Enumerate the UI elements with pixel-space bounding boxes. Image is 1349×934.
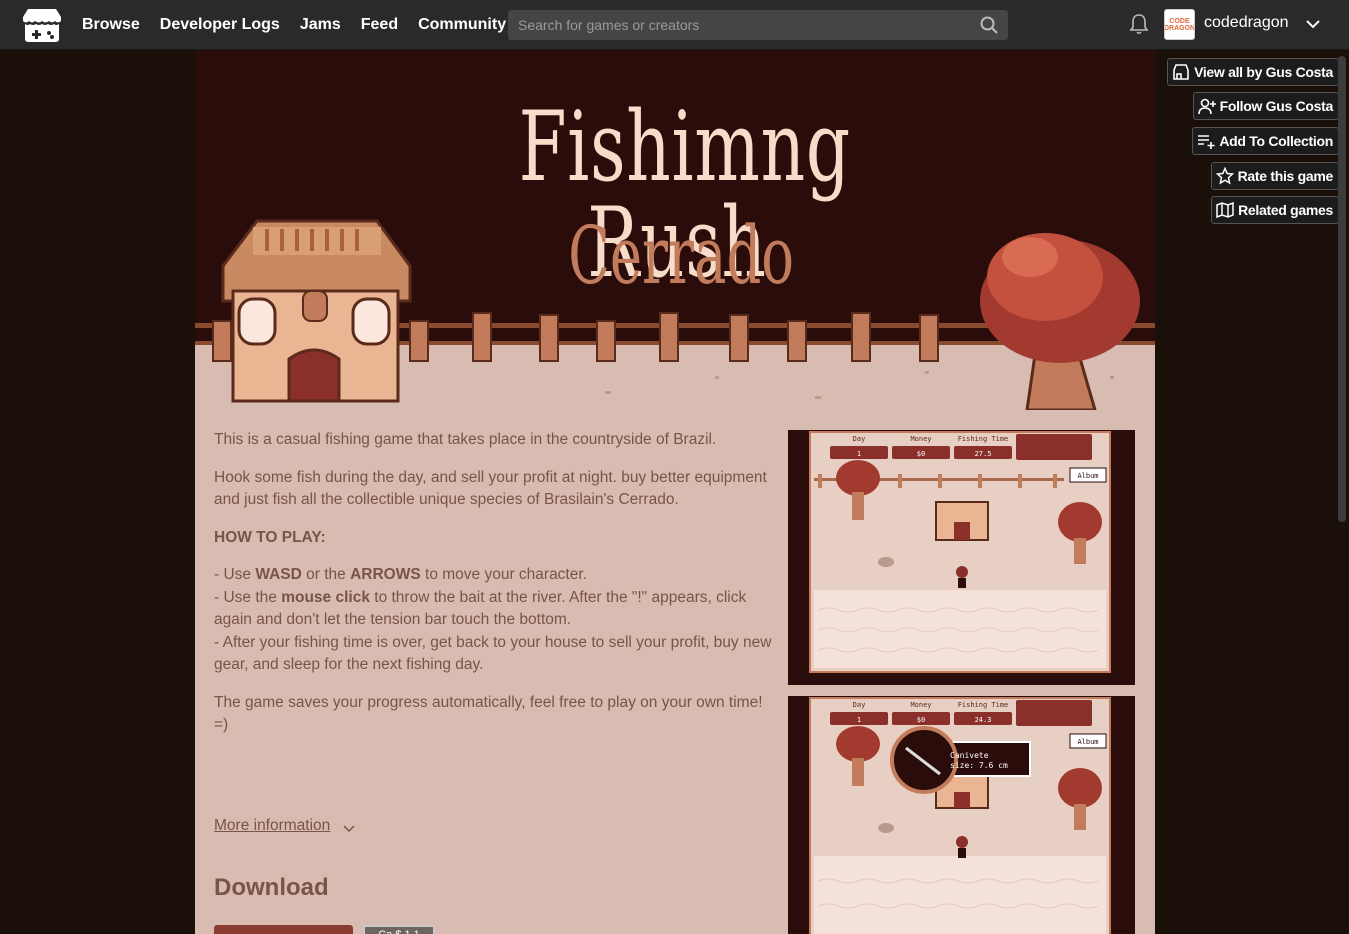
itchio-logo-icon[interactable]: [22, 7, 62, 43]
related-games-button[interactable]: Related games: [1211, 196, 1339, 224]
nav-feed[interactable]: Feed: [361, 16, 398, 34]
svg-text:24.3: 24.3: [975, 716, 992, 724]
search-input[interactable]: [508, 10, 978, 40]
desc-how-to-play: HOW TO PLAY:: [214, 528, 326, 546]
rate-game-button[interactable]: Rate this game: [1210, 162, 1339, 190]
chevron-down-icon[interactable]: [1305, 16, 1321, 32]
scrollbar[interactable]: [1338, 56, 1346, 522]
svg-text:1: 1: [857, 716, 861, 724]
playlist-add-icon: [1198, 135, 1215, 149]
add-to-collection-button[interactable]: Add To Collection: [1192, 127, 1339, 155]
screenshot-2-scene: Day Money Fishing Time 1 $0 24.3 Album C…: [809, 697, 1111, 934]
svg-text:Fishing Time: Fishing Time: [958, 701, 1009, 709]
desc-controls: - Use WASD or the ARROWS to move your ch…: [214, 566, 772, 673]
svg-text:Canivete: Canivete: [950, 751, 989, 760]
view-all-label: View all by Gus Costa: [1194, 64, 1333, 80]
svg-text:Album: Album: [1077, 738, 1098, 746]
username[interactable]: codedragon: [1204, 14, 1289, 32]
avatar-text: CODE DRAGON: [1164, 17, 1195, 32]
svg-text:27.5: 27.5: [975, 450, 992, 458]
rate-label: Rate this game: [1237, 168, 1334, 184]
view-all-by-author-button[interactable]: View all by Gus Costa: [1167, 58, 1339, 86]
svg-text:Fishing Time: Fishing Time: [958, 435, 1009, 443]
game-subtitle: Cerrado: [568, 209, 795, 302]
map-icon: [1216, 201, 1234, 219]
download-heading: Download: [214, 874, 329, 901]
desc-saves: The game saves your progress automatical…: [214, 693, 763, 734]
chevron-down-icon[interactable]: [343, 823, 355, 833]
svg-text:$0: $0: [917, 716, 925, 724]
search-box: [508, 10, 1008, 40]
banner-tree: [980, 233, 1140, 410]
svg-text:$0: $0: [917, 450, 925, 458]
nav-community[interactable]: Community: [418, 16, 506, 34]
nav-jams[interactable]: Jams: [300, 16, 341, 34]
svg-text:Money: Money: [910, 435, 931, 443]
svg-text:Album: Album: [1077, 472, 1098, 480]
svg-text:Day: Day: [853, 435, 866, 443]
screenshot-2[interactable]: Day Money Fishing Time 1 $0 24.3 Album C…: [788, 696, 1135, 934]
svg-text:size: 7.6 cm: size: 7.6 cm: [950, 761, 1008, 770]
desc-intro: This is a casual fishing game that takes…: [214, 431, 717, 448]
notification-bell-icon[interactable]: [1129, 13, 1149, 35]
download-tag: Ca.$.1 1: [363, 925, 435, 934]
screenshot-1-scene: Day Money Fishing Time 1 $0 27.5 Album: [809, 431, 1111, 673]
star-icon: [1215, 167, 1234, 185]
search-icon[interactable]: [980, 16, 998, 34]
game-banner: Fishimng Rush Cerrado: [195, 51, 1155, 410]
download-button[interactable]: [214, 925, 353, 934]
banner-house: [221, 219, 412, 403]
main-nav: Browse Developer Logs Jams Feed Communit…: [82, 0, 506, 50]
svg-text:Day: Day: [853, 701, 866, 709]
related-label: Related games: [1238, 202, 1333, 218]
top-bar: Browse Developer Logs Jams Feed Communit…: [0, 0, 1349, 50]
follow-label: Follow Gus Costa: [1219, 98, 1334, 114]
game-description: This is a casual fishing game that takes…: [214, 429, 774, 752]
follow-author-button[interactable]: Follow Gus Costa: [1192, 92, 1339, 120]
add-collection-label: Add To Collection: [1219, 133, 1333, 149]
more-information-link[interactable]: More information: [214, 817, 330, 835]
itchio-store-icon: [1173, 64, 1189, 80]
game-page: Fishimng Rush Cerrado This is a casual f…: [195, 51, 1155, 934]
screenshot-1[interactable]: Day Money Fishing Time 1 $0 27.5 Album: [788, 430, 1135, 685]
user-plus-icon: [1197, 98, 1216, 115]
svg-text:Money: Money: [910, 701, 931, 709]
avatar[interactable]: CODE DRAGON: [1164, 9, 1195, 40]
svg-text:1: 1: [857, 450, 861, 458]
nav-browse[interactable]: Browse: [82, 16, 140, 34]
desc-hook: Hook some fish during the day, and sell …: [214, 468, 767, 509]
nav-developer-logs[interactable]: Developer Logs: [160, 16, 280, 34]
